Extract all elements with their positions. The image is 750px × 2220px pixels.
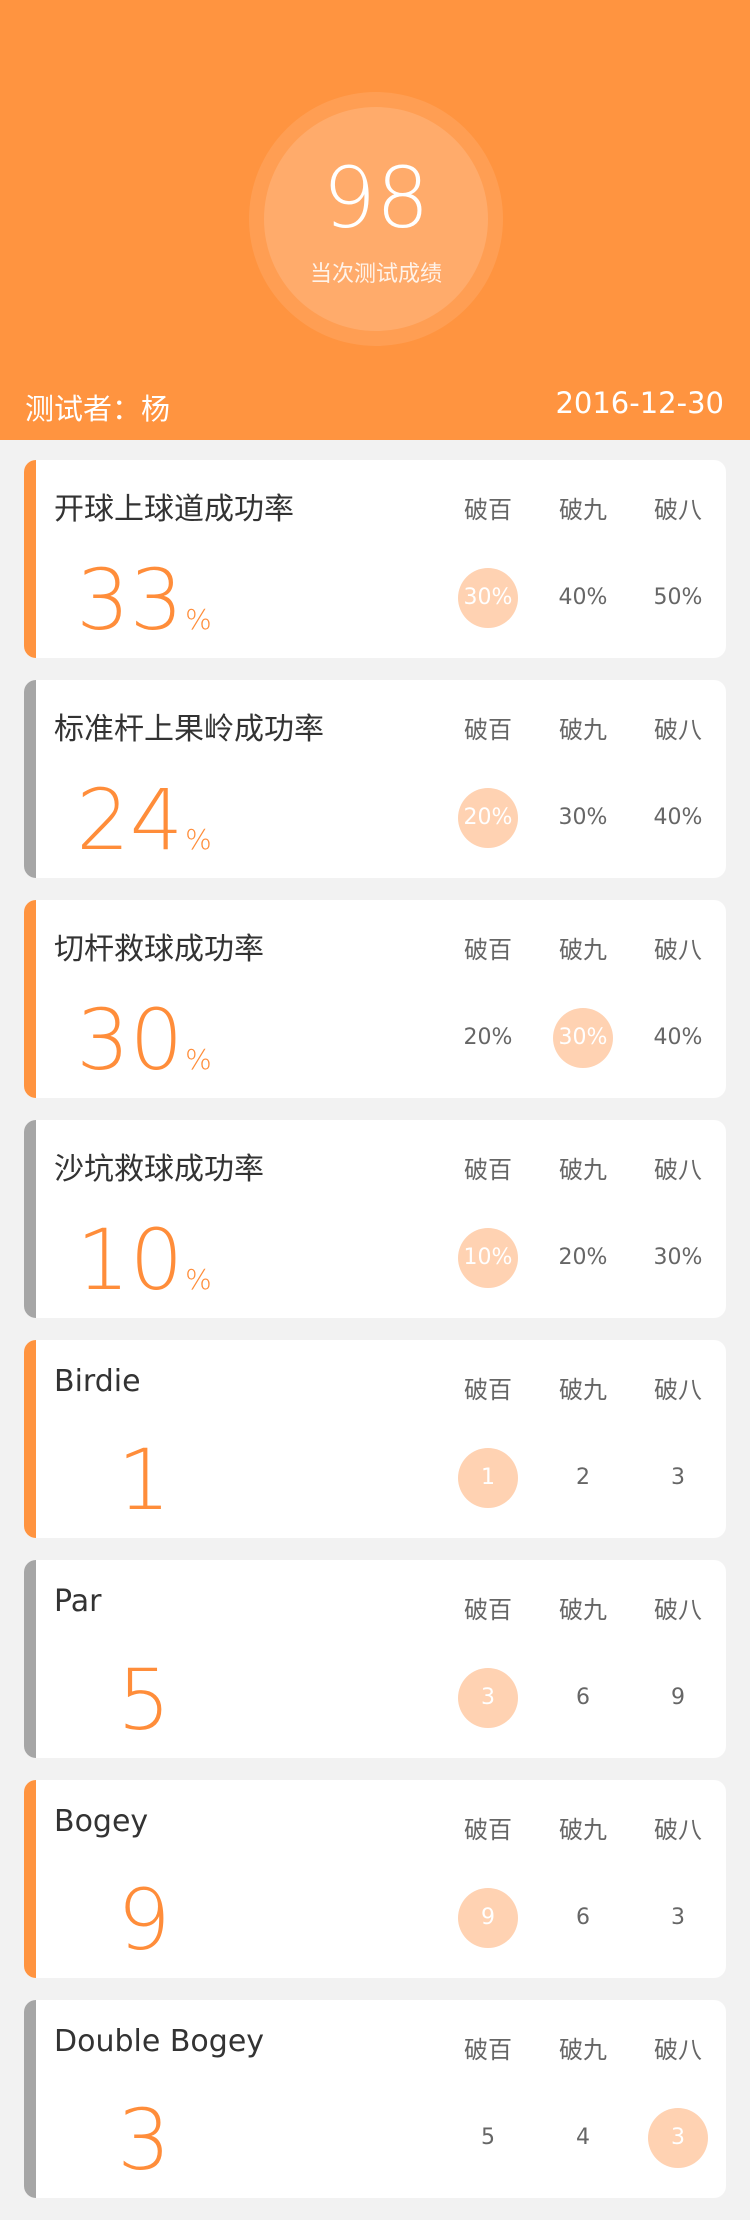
card-title: 切杆救球成功率 [54, 932, 264, 967]
card-accent-bar [24, 2000, 36, 2198]
tier-label: 破百 [464, 716, 512, 744]
card-main-unit: % [185, 1043, 212, 1076]
tier-label: 破八 [654, 936, 702, 964]
tier-label: 破百 [464, 1156, 512, 1184]
card-accent-bar [24, 1780, 36, 1978]
tier-label: 破百 [464, 1596, 512, 1624]
card-title: Birdie [54, 1364, 141, 1399]
tier-value: 30% [653, 1245, 703, 1270]
tier-value: 40% [653, 1025, 703, 1050]
tier-label: 破百 [464, 1816, 512, 1844]
card-main-value: 3 [49, 2092, 239, 2188]
tester-name: 测试者：杨 [25, 392, 171, 426]
card-title: 标准杆上果岭成功率 [54, 712, 324, 747]
card-main-number: 10 [76, 1211, 184, 1309]
stat-card[interactable]: Double Bogey 3 破百 破九 破八 5 4 3 [24, 2000, 726, 2198]
tier-label: 破八 [654, 1156, 702, 1184]
tier-value-highlighted: 10% [458, 1228, 518, 1288]
stat-card[interactable]: Par 5 破百 破九 破八 3 6 9 [24, 1560, 726, 1758]
card-main-number: 1 [117, 1431, 171, 1529]
card-title: 开球上球道成功率 [54, 492, 294, 527]
tier-value: 3 [671, 1465, 685, 1490]
card-main-unit: % [185, 823, 212, 856]
card-main-unit: % [185, 603, 212, 636]
card-main-value: 9 [49, 1872, 239, 1968]
stat-card[interactable]: 开球上球道成功率 33% 破百 破九 破八 30% 40% 50% [24, 460, 726, 658]
tier-label: 破百 [464, 936, 512, 964]
card-accent-bar [24, 1120, 36, 1318]
stat-card[interactable]: 切杆救球成功率 30% 破百 破九 破八 20% 30% 40% [24, 900, 726, 1098]
card-main-value: 33% [49, 552, 239, 658]
tier-value-highlighted: 30% [458, 568, 518, 628]
card-main-unit: % [185, 1263, 212, 1296]
tier-label: 破九 [559, 2036, 607, 2064]
tier-value: 40% [558, 585, 608, 610]
card-title: Double Bogey [54, 2024, 265, 2059]
tier-label: 破九 [559, 496, 607, 524]
tier-value: 20% [463, 1025, 513, 1050]
tier-value-highlighted: 9 [458, 1888, 518, 1948]
tier-value: 9 [671, 1685, 685, 1710]
score-label: 当次测试成绩 [309, 262, 442, 287]
tier-label: 破八 [654, 1376, 702, 1404]
stat-card[interactable]: 沙坑救球成功率 10% 破百 破九 破八 10% 20% 30% [24, 1120, 726, 1318]
stat-card[interactable]: Birdie 1 破百 破九 破八 1 2 3 [24, 1340, 726, 1538]
card-accent-bar [24, 1560, 36, 1758]
card-main-number: 9 [117, 1871, 171, 1969]
tier-label: 破八 [654, 496, 702, 524]
tier-label: 破九 [559, 716, 607, 744]
tier-value: 2 [576, 1465, 590, 1490]
tier-value-highlighted: 3 [458, 1668, 518, 1728]
tier-value: 5 [481, 2125, 495, 2150]
card-main-value: 10% [49, 1212, 239, 1318]
card-main-number: 33 [76, 551, 184, 649]
tier-value-highlighted: 20% [458, 788, 518, 848]
card-main-value: 24% [49, 772, 239, 878]
tier-label: 破百 [464, 2036, 512, 2064]
tier-label: 破九 [559, 1376, 607, 1404]
tier-label: 破九 [559, 1156, 607, 1184]
card-main-number: 5 [117, 1651, 171, 1749]
tier-value: 50% [653, 585, 703, 610]
stat-card[interactable]: 标准杆上果岭成功率 24% 破百 破九 破八 20% 30% 40% [24, 680, 726, 878]
test-date: 2016-12-30 [555, 386, 724, 420]
tier-label: 破九 [559, 1596, 607, 1624]
tier-label: 破八 [654, 2036, 702, 2064]
card-accent-bar [24, 1340, 36, 1538]
card-accent-bar [24, 460, 36, 658]
card-main-value: 5 [49, 1652, 239, 1748]
card-main-number: 30 [76, 991, 184, 1089]
tier-value: 6 [576, 1905, 590, 1930]
tier-value: 40% [653, 805, 703, 830]
tier-label: 破八 [654, 716, 702, 744]
card-main-value: 30% [49, 992, 239, 1098]
tier-value-highlighted: 3 [648, 2108, 708, 2168]
card-title: 沙坑救球成功率 [54, 1152, 264, 1187]
card-accent-bar [24, 900, 36, 1098]
tier-value: 6 [576, 1685, 590, 1710]
score-header: 98 当次测试成绩 测试者：杨 2016-12-30 [0, 0, 750, 440]
card-title: Bogey [54, 1804, 149, 1839]
tier-label: 破百 [464, 1376, 512, 1404]
tier-label: 破八 [654, 1816, 702, 1844]
tier-label: 破百 [464, 496, 512, 524]
tier-label: 破九 [559, 936, 607, 964]
card-accent-bar [24, 680, 36, 878]
card-main-number: 24 [76, 771, 184, 869]
tier-value: 4 [576, 2125, 590, 2150]
tier-value: 20% [558, 1245, 608, 1270]
stat-card[interactable]: Bogey 9 破百 破九 破八 9 6 3 [24, 1780, 726, 1978]
tier-value: 30% [558, 805, 608, 830]
tier-label: 破八 [654, 1596, 702, 1624]
card-title: Par [54, 1584, 102, 1619]
tier-value-highlighted: 30% [553, 1008, 613, 1068]
card-main-value: 1 [49, 1432, 239, 1528]
score-value: 98 [322, 149, 430, 247]
tier-label: 破九 [559, 1816, 607, 1844]
tier-value-highlighted: 1 [458, 1448, 518, 1508]
card-main-number: 3 [117, 2091, 171, 2189]
tier-value: 3 [671, 1905, 685, 1930]
